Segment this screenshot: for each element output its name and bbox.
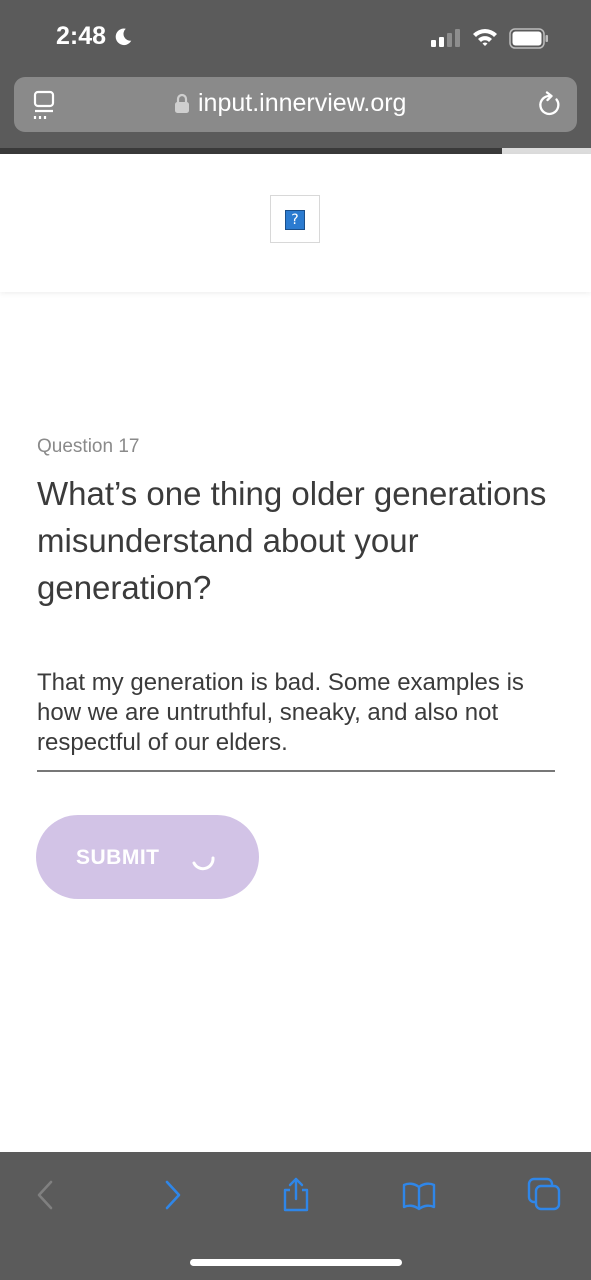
home-indicator[interactable]: [190, 1259, 402, 1266]
share-icon[interactable]: [279, 1177, 313, 1213]
answer-textarea[interactable]: That my generation is bad. Some examples…: [37, 668, 555, 772]
reader-mode-icon[interactable]: [32, 90, 56, 120]
wifi-icon: [473, 29, 497, 46]
back-icon[interactable]: [30, 1177, 64, 1213]
submit-button[interactable]: SUBMIT: [36, 815, 259, 899]
loading-spinner-icon: [192, 856, 215, 871]
moon-icon: [115, 28, 132, 45]
status-time: 2:48: [56, 22, 107, 50]
question-text: What’s one thing older generations misun…: [37, 475, 547, 606]
browser-chrome: input.innerview.org: [0, 72, 591, 148]
submit-label: SUBMIT: [76, 846, 160, 869]
bookmarks-icon[interactable]: [402, 1177, 436, 1213]
forward-icon[interactable]: [155, 1177, 189, 1213]
url-display[interactable]: input.innerview.org: [174, 89, 406, 118]
address-bar[interactable]: input.innerview.org: [14, 77, 577, 132]
broken-image-glyph: ?: [285, 210, 305, 230]
question-number: Question 17: [37, 436, 140, 457]
lock-icon: [175, 93, 189, 113]
cellular-signal-icon: [431, 29, 460, 47]
status-time-group: 2:48: [56, 22, 134, 51]
status-bar: 2:48: [0, 0, 591, 72]
tabs-icon[interactable]: [527, 1177, 561, 1213]
battery-icon: [509, 28, 548, 49]
page-header: ?: [0, 154, 591, 292]
url-text: input.innerview.org: [198, 89, 407, 117]
broken-image-icon: ?: [270, 195, 320, 243]
reload-icon[interactable]: [537, 91, 563, 119]
